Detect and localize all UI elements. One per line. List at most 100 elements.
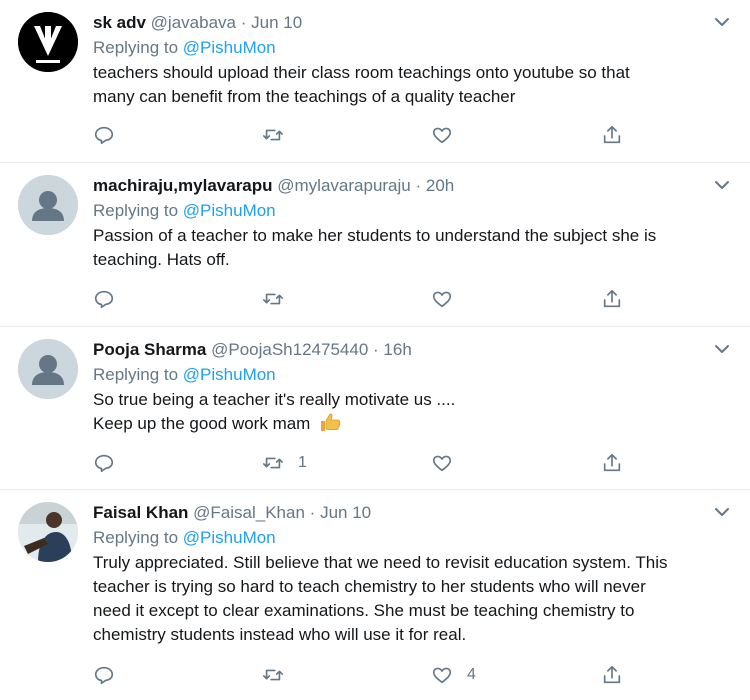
avatar[interactable] <box>18 12 78 72</box>
tweet-text-line: need it except to clear examinations. Sh… <box>93 601 635 620</box>
tweet-text-line: chemistry students instead who will use … <box>93 625 467 644</box>
replying-to: Replying to @PishuMon <box>93 526 710 550</box>
tweet[interactable]: Faisal Khan @Faisal_Khan · Jun 10 Replyi… <box>0 490 750 700</box>
tweet-text-line-with-emoji: Keep up the good work mam <box>93 412 710 436</box>
tweet-text-line: many can benefit from the teachings of a… <box>93 87 516 106</box>
retweet-button[interactable] <box>262 123 298 147</box>
profile-photo-icon <box>18 502 78 562</box>
default-profile-icon <box>18 339 78 399</box>
tweet-content: machiraju,mylavarapu @mylavarapuraju · 2… <box>93 175 710 272</box>
tweet-text: teachers should upload their class room … <box>93 61 710 109</box>
chevron-down-icon[interactable] <box>712 502 732 522</box>
reply-icon <box>94 454 114 473</box>
replying-label: Replying to <box>93 365 183 384</box>
avatar[interactable] <box>18 502 78 562</box>
retweet-icon <box>263 457 283 469</box>
like-button[interactable] <box>431 451 467 475</box>
tweet-header: Faisal Khan @Faisal_Khan · Jun 10 <box>93 502 710 524</box>
tweet-content: Pooja Sharma @PoojaSh12475440 · 16h Repl… <box>93 339 710 436</box>
retweet-button[interactable]: 1 <box>262 451 307 475</box>
like-count: 4 <box>467 666 476 683</box>
share-button[interactable] <box>601 287 623 311</box>
tweet-actions <box>93 123 633 147</box>
separator: · <box>309 503 316 522</box>
mention-link[interactable]: @PishuMon <box>183 365 276 384</box>
avatar[interactable] <box>18 175 78 235</box>
tweet-text: Truly appreciated. Still believe that we… <box>93 551 710 647</box>
timestamp[interactable]: 16h <box>383 340 411 359</box>
heart-icon <box>432 127 452 144</box>
reply-button[interactable] <box>93 287 115 311</box>
tweet-header: sk adv @javabava · Jun 10 <box>93 12 710 34</box>
like-button[interactable] <box>431 123 467 147</box>
separator: · <box>373 340 379 359</box>
retweet-button[interactable] <box>262 663 298 687</box>
share-icon <box>603 453 621 472</box>
advocate-logo-icon <box>18 12 78 72</box>
reply-button[interactable] <box>93 451 115 475</box>
handle[interactable]: @Faisal_Khan <box>193 503 305 522</box>
chevron-down-icon[interactable] <box>712 12 732 32</box>
tweet-text-line: teachers should upload their class room … <box>93 63 630 82</box>
timestamp[interactable]: 20h <box>426 176 454 195</box>
tweet[interactable]: machiraju,mylavarapu @mylavarapuraju · 2… <box>0 163 750 327</box>
tweet-text: Passion of a teacher to make her student… <box>93 224 710 272</box>
replying-label: Replying to <box>93 528 183 547</box>
chevron-down-icon[interactable] <box>712 339 732 359</box>
tweet-content: sk adv @javabava · Jun 10 Replying to @P… <box>93 12 710 109</box>
share-icon <box>603 665 621 684</box>
share-icon <box>603 125 621 144</box>
share-button[interactable] <box>601 451 623 475</box>
tweet-actions <box>93 287 633 311</box>
chevron-down-icon[interactable] <box>712 175 732 195</box>
replying-to: Replying to @PishuMon <box>93 36 710 60</box>
retweet-count: 1 <box>298 454 307 471</box>
tweet-text-line: teacher is trying so hard to teach chemi… <box>93 577 646 596</box>
default-profile-icon <box>18 175 78 235</box>
retweet-icon <box>263 129 283 141</box>
handle[interactable]: @mylavarapuraju <box>277 176 410 195</box>
timestamp[interactable]: Jun 10 <box>251 13 302 32</box>
handle[interactable]: @PoojaSh12475440 <box>211 340 368 359</box>
display-name[interactable]: sk adv <box>93 13 146 32</box>
retweet-button[interactable] <box>262 287 298 311</box>
tweet-header: Pooja Sharma @PoojaSh12475440 · 16h <box>93 339 710 361</box>
share-button[interactable] <box>601 663 623 687</box>
tweet[interactable]: Pooja Sharma @PoojaSh12475440 · 16h Repl… <box>0 327 750 490</box>
tweet[interactable]: sk adv @javabava · Jun 10 Replying to @P… <box>0 0 750 163</box>
reply-icon <box>94 126 114 145</box>
display-name[interactable]: Pooja Sharma <box>93 340 206 359</box>
retweet-icon <box>263 293 283 305</box>
avatar[interactable] <box>18 339 78 399</box>
retweet-icon <box>263 669 283 681</box>
reply-icon <box>94 666 114 685</box>
heart-icon <box>432 291 452 308</box>
display-name[interactable]: machiraju,mylavarapu <box>93 176 273 195</box>
replying-to: Replying to @PishuMon <box>93 363 710 387</box>
replying-label: Replying to <box>93 38 183 57</box>
tweet-header: machiraju,mylavarapu @mylavarapuraju · 2… <box>93 175 710 197</box>
reply-button[interactable] <box>93 123 115 147</box>
like-button[interactable]: 4 <box>431 663 476 687</box>
timestamp[interactable]: Jun 10 <box>320 503 371 522</box>
mention-link[interactable]: @PishuMon <box>183 38 276 57</box>
handle[interactable]: @javabava <box>151 13 236 32</box>
separator: · <box>415 176 422 195</box>
tweet-text-line: So true being a teacher it's really moti… <box>93 390 456 409</box>
replying-label: Replying to <box>93 201 183 220</box>
reply-icon <box>94 290 114 309</box>
mention-link[interactable]: @PishuMon <box>183 201 276 220</box>
replying-to: Replying to @PishuMon <box>93 199 710 223</box>
share-button[interactable] <box>601 123 623 147</box>
like-button[interactable] <box>431 287 467 311</box>
mention-link[interactable]: @PishuMon <box>183 528 276 547</box>
reply-feed: sk adv @javabava · Jun 10 Replying to @P… <box>0 0 750 700</box>
thumbs-up-emoji <box>321 413 341 431</box>
share-icon <box>603 289 621 308</box>
display-name[interactable]: Faisal Khan <box>93 503 188 522</box>
tweet-content: Faisal Khan @Faisal_Khan · Jun 10 Replyi… <box>93 502 710 647</box>
tweet-text-line: Truly appreciated. Still believe that we… <box>93 553 668 572</box>
tweet-actions: 4 <box>93 663 633 687</box>
heart-icon <box>432 455 452 472</box>
reply-button[interactable] <box>93 663 115 687</box>
